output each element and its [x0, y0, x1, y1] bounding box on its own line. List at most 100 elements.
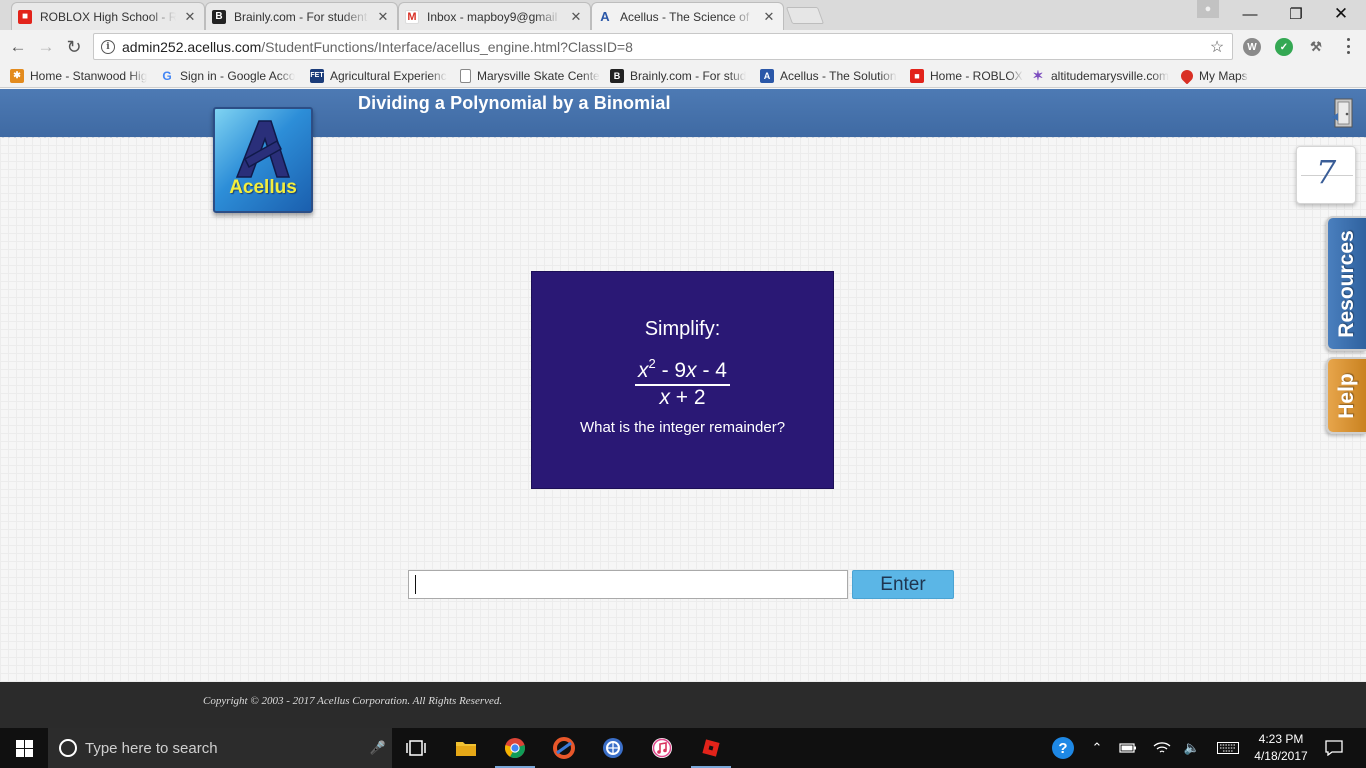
taskbar-clock[interactable]: 4:23 PM 4/18/2017	[1248, 731, 1314, 765]
close-tab-icon[interactable]: ✕	[570, 9, 582, 25]
extension-check-icon[interactable]: ✓	[1275, 38, 1293, 56]
cortana-icon	[59, 739, 77, 757]
roblox-app-icon[interactable]	[687, 728, 735, 768]
bookmark-label: Home - Stanwood Hig	[30, 68, 148, 83]
brainly-icon: B	[610, 68, 624, 83]
help-tray-icon[interactable]: ?	[1048, 728, 1078, 768]
denominator: x + 2	[659, 386, 706, 409]
bookmark-roblox[interactable]: ■ Home - ROBLOX	[910, 67, 1025, 84]
forward-arrow-icon[interactable]: →	[34, 35, 58, 59]
task-view-icon[interactable]	[392, 728, 440, 768]
tab-brainly[interactable]: B Brainly.com - For student ✕	[205, 2, 398, 30]
bookmark-label: Home - ROBLOX	[930, 68, 1023, 83]
joomla-icon: ✱	[10, 68, 24, 83]
page-icon	[460, 68, 471, 83]
microphone-icon[interactable]: 🎤	[364, 740, 392, 756]
question-counter: 7	[1296, 146, 1356, 204]
search-placeholder: Type here to search	[85, 739, 218, 757]
clock-time: 4:23 PM	[1258, 732, 1304, 746]
extension-w-icon[interactable]: W	[1243, 38, 1261, 56]
bookmark-google-signin[interactable]: G Sign in - Google Acco	[160, 67, 300, 84]
map-pin-icon	[1181, 67, 1196, 84]
windows-start-icon[interactable]	[0, 728, 48, 768]
extension-tool-icon[interactable]: ⚒	[1307, 38, 1325, 56]
address-bar[interactable]: i admin252.acellus.com/StudentFunctions/…	[93, 33, 1233, 60]
browser-menu-icon[interactable]	[1340, 36, 1356, 56]
taskbar-search-box[interactable]: Type here to search 🎤	[48, 728, 392, 768]
bookmark-acellus[interactable]: A Acellus - The Solution	[760, 67, 900, 84]
problem-question: What is the integer remainder?	[579, 419, 786, 436]
clock-date: 4/18/2017	[1254, 749, 1308, 763]
close-tab-icon[interactable]: ✕	[184, 9, 196, 25]
volume-icon[interactable]: 🔈	[1180, 728, 1204, 768]
close-tab-icon[interactable]: ✕	[763, 9, 775, 25]
gmail-favicon-icon: M	[405, 9, 419, 24]
bookmark-marysville-skate[interactable]: Marysville Skate Cente	[460, 67, 600, 84]
problem-card: Simplify: x2 - 9x - 4 x + 2 What is the …	[531, 271, 834, 489]
itunes-icon[interactable]	[638, 728, 686, 768]
windows-taskbar: Type here to search 🎤 ? ⌃ 🔈 4:23 PM 4/18…	[0, 728, 1366, 768]
browser-tab-strip: ■ ROBLOX High School - R ✕ B Brainly.com…	[0, 0, 1366, 30]
battery-icon[interactable]	[1116, 728, 1140, 768]
help-tab[interactable]: Help	[1326, 357, 1366, 434]
bookmark-stanwood[interactable]: ✱ Home - Stanwood Hig	[10, 67, 150, 84]
browser-toolbar: ← → ↻ i admin252.acellus.com/StudentFunc…	[0, 30, 1366, 63]
answer-input[interactable]	[408, 570, 848, 599]
url-path: /StudentFunctions/Interface/acellus_engi…	[261, 38, 633, 55]
tab-gmail-inbox[interactable]: M Inbox - mapboy9@gmail ✕	[398, 2, 591, 30]
resources-tab[interactable]: Resources	[1326, 216, 1366, 351]
wifi-icon[interactable]	[1150, 728, 1174, 768]
figure-icon: ✶	[1032, 67, 1044, 83]
acellus-icon: A	[760, 68, 774, 83]
logo-text: Acellus	[229, 177, 297, 198]
counter-number: 7	[1315, 153, 1337, 191]
help-label: Help	[1335, 372, 1358, 419]
site-info-icon[interactable]: i	[101, 39, 115, 54]
ccleaner-icon[interactable]	[540, 728, 588, 768]
reload-icon[interactable]: ↻	[62, 35, 86, 59]
notifications-icon[interactable]	[1322, 728, 1346, 768]
tab-title: Inbox - mapboy9@gmail	[427, 9, 558, 24]
tab-roblox-high-school[interactable]: ■ ROBLOX High School - R ✕	[11, 2, 205, 30]
profile-icon[interactable]: ●	[1197, 0, 1219, 18]
bookmark-star-icon[interactable]: ☆	[1206, 37, 1228, 57]
tab-acellus[interactable]: A Acellus - The Science of ✕	[591, 2, 784, 30]
bookmark-label: Marysville Skate Cente	[477, 68, 600, 83]
acellus-favicon-icon: A	[600, 9, 610, 24]
show-hidden-icons-icon[interactable]: ⌃	[1086, 728, 1108, 768]
tab-title: Acellus - The Science of	[620, 9, 750, 24]
bookmark-brainly[interactable]: B Brainly.com - For stud	[610, 67, 750, 84]
google-icon: G	[162, 68, 172, 83]
bookmark-agricultural[interactable]: FET Agricultural Experienc	[310, 67, 450, 84]
url-host: admin252.acellus.com	[122, 38, 262, 55]
file-explorer-icon[interactable]	[442, 728, 490, 768]
new-tab-button[interactable]	[785, 7, 825, 24]
keyboard-icon[interactable]	[1214, 728, 1242, 768]
page-footer: Copyright © 2003 - 2017 Acellus Corporat…	[0, 682, 1366, 728]
minimize-icon[interactable]: —	[1227, 0, 1273, 28]
back-arrow-icon[interactable]: ←	[6, 35, 30, 59]
tab-title: Brainly.com - For student	[234, 9, 368, 24]
tab-title: ROBLOX High School - R	[40, 9, 176, 24]
bookmark-label: altitudemarysville.com	[1051, 68, 1170, 83]
brainly-favicon-icon: B	[212, 9, 226, 24]
bookmark-label: Agricultural Experienc	[330, 68, 447, 83]
chrome-icon[interactable]	[491, 728, 539, 768]
numerator: x2 - 9x - 4	[635, 356, 730, 386]
enter-button[interactable]: Enter	[852, 570, 954, 599]
bookmark-my-maps[interactable]: My Maps	[1181, 67, 1261, 84]
bookmark-label: Acellus - The Solution	[780, 68, 897, 83]
exit-door-icon[interactable]	[1332, 97, 1354, 129]
close-window-icon[interactable]: ✕	[1318, 0, 1364, 28]
restore-icon[interactable]: ❐	[1273, 0, 1319, 28]
close-tab-icon[interactable]: ✕	[377, 9, 389, 25]
resources-label: Resources	[1335, 229, 1358, 338]
bookmark-label: Sign in - Google Acco	[180, 68, 296, 83]
globe-app-icon[interactable]	[589, 728, 637, 768]
fet-icon: FET	[310, 68, 324, 83]
problem-prompt: Simplify:	[644, 318, 721, 340]
bookmark-altitude[interactable]: ✶ altitudemarysville.com	[1031, 67, 1171, 84]
bookmark-label: Brainly.com - For stud	[630, 68, 747, 83]
url-text[interactable]: admin252.acellus.com/StudentFunctions/In…	[122, 39, 1206, 55]
acellus-a-logo-icon	[235, 120, 291, 178]
